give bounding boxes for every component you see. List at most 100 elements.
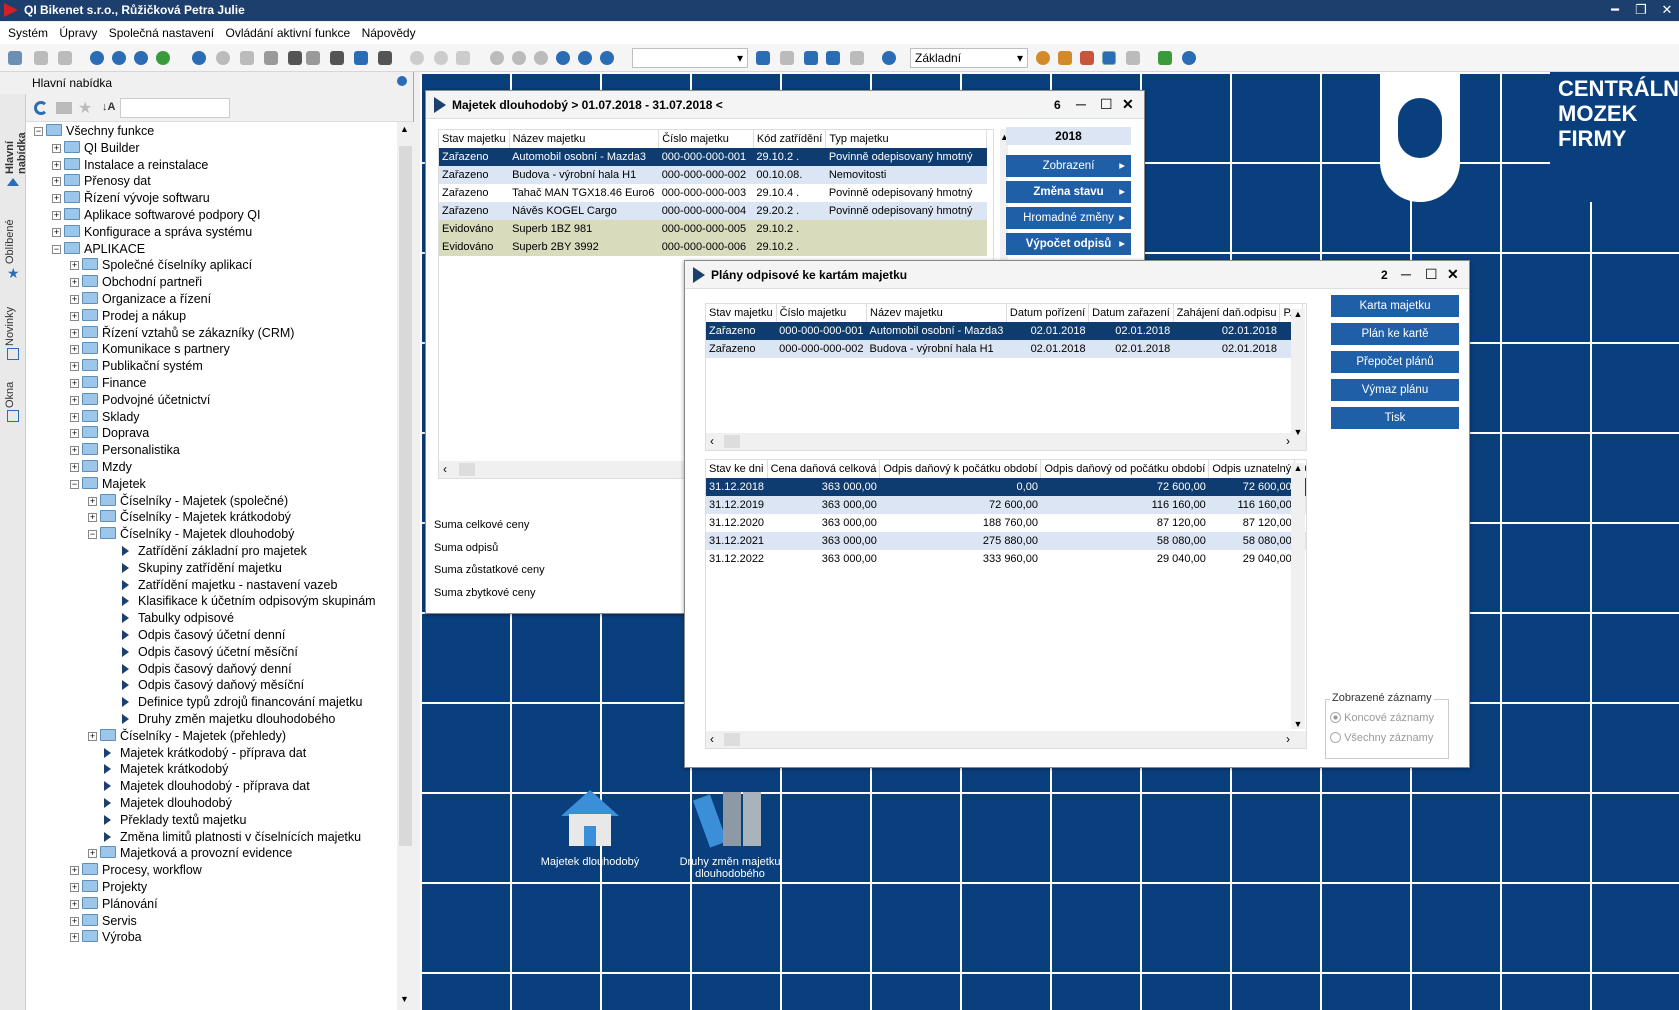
- menu-active-function[interactable]: Ovládání aktivní funkce: [225, 26, 350, 40]
- restore-button[interactable]: ❐: [1630, 2, 1652, 18]
- sort-az-icon[interactable]: ↓A: [102, 101, 115, 113]
- table-row[interactable]: Zařazeno 000-000-000-001 Automobil osobní …: [706, 322, 1303, 340]
- detail-hscroll[interactable]: ‹ ›: [706, 731, 1306, 748]
- camera-icon[interactable]: [378, 51, 392, 65]
- column-header[interactable]: Kód zatřídění: [753, 130, 827, 148]
- scroll-up-icon[interactable]: ▲: [1291, 309, 1305, 319]
- tab-news[interactable]: Novinky: [4, 300, 16, 346]
- help4-icon[interactable]: [156, 51, 170, 65]
- expand-icon[interactable]: +: [52, 211, 61, 220]
- collapse-icon[interactable]: −: [88, 530, 97, 540]
- expand-icon[interactable]: +: [88, 496, 97, 506]
- win-maximize-icon[interactable]: ☐: [1425, 266, 1438, 283]
- column-header[interactable]: Odpis daňový od počátku období: [1040, 460, 1210, 478]
- column-header[interactable]: Název majetku: [866, 304, 1007, 322]
- table-row[interactable]: 31.12.2018 363 000,00 0,00 72 600,00 72 600,…: [706, 478, 1306, 496]
- info-icon[interactable]: [1182, 51, 1196, 65]
- win-close-icon[interactable]: ✕: [1122, 96, 1134, 113]
- expand-icon[interactable]: +: [52, 160, 61, 170]
- expand-icon[interactable]: +: [70, 933, 79, 943]
- binoculars-icon[interactable]: [288, 51, 302, 65]
- table-row[interactable]: Evidováno Superb 2BY 3992 000-000-000-006 2…: [439, 238, 987, 256]
- table-row[interactable]: Zařazeno Budova - výrobní hala H1 000-000-…: [439, 166, 987, 184]
- next-page-icon[interactable]: [578, 51, 592, 65]
- expand-icon[interactable]: +: [88, 731, 97, 741]
- expand-icon[interactable]: +: [88, 513, 97, 523]
- expand-icon[interactable]: +: [70, 311, 79, 321]
- scroll-up-icon[interactable]: ▲: [1291, 463, 1305, 473]
- action-button[interactable]: Zobrazení ▸: [1006, 155, 1131, 177]
- form-icon[interactable]: [1126, 51, 1140, 65]
- column-header[interactable]: Datum zařazení: [1088, 304, 1174, 322]
- help-icon[interactable]: [90, 51, 104, 65]
- scroll-right-icon[interactable]: ›: [1286, 732, 1290, 746]
- tree-scrollbar[interactable]: ▲ ▼: [397, 122, 414, 1010]
- plans-hscroll[interactable]: ‹ ›: [706, 433, 1306, 450]
- column-header[interactable]: Číslo majetku: [776, 304, 868, 322]
- expand-icon[interactable]: +: [70, 362, 79, 372]
- refresh-tree-icon[interactable]: [34, 101, 48, 115]
- win-close-icon[interactable]: ✕: [1447, 266, 1459, 283]
- scroll-thumb[interactable]: [399, 146, 412, 846]
- export-icon[interactable]: [354, 51, 368, 65]
- sort-icon[interactable]: [804, 51, 818, 65]
- pin-icon[interactable]: [397, 76, 407, 86]
- plugin-icon[interactable]: [1158, 51, 1172, 65]
- column-header[interactable]: Cena daňová celková: [767, 460, 881, 478]
- plan-action-button[interactable]: Plán ke kartě: [1331, 323, 1459, 345]
- column-header[interactable]: Zahájení daň.odpisu: [1173, 304, 1281, 322]
- column-header[interactable]: Typ majetku: [825, 130, 987, 148]
- year-field[interactable]: 2018: [1006, 127, 1131, 145]
- scroll-up-icon[interactable]: ▲: [400, 124, 409, 134]
- win-minimize-icon[interactable]: ─: [1401, 266, 1411, 282]
- expand-icon[interactable]: +: [70, 328, 79, 338]
- table-row[interactable]: Zařazeno 000-000-000-002 Budova - výrobní …: [706, 340, 1303, 358]
- menu-shared-settings[interactable]: Společná nastavení: [109, 26, 214, 40]
- column-header[interactable]: Číslo majetku: [658, 130, 754, 148]
- expand-icon[interactable]: +: [70, 395, 79, 405]
- favorite-star-icon[interactable]: ★: [78, 98, 92, 118]
- radio-final-records[interactable]: Koncové záznamy: [1330, 712, 1434, 724]
- table-row[interactable]: Zařazeno Automobil osobní - Mazda3 000-000…: [439, 148, 987, 166]
- ok-icon[interactable]: [216, 51, 230, 65]
- expand-icon[interactable]: +: [70, 899, 79, 909]
- table-row[interactable]: 31.12.2019 363 000,00 72 600,00 116 160,00 1…: [706, 496, 1306, 514]
- scroll-left-icon[interactable]: ‹: [710, 732, 714, 746]
- expand-icon[interactable]: +: [70, 278, 79, 288]
- expand-icon[interactable]: +: [52, 227, 61, 237]
- plan-action-button[interactable]: Přepočet plánů: [1331, 351, 1459, 373]
- plan-action-button[interactable]: Tisk: [1331, 407, 1459, 429]
- scroll-down-icon[interactable]: ▼: [400, 994, 409, 1004]
- plan-action-button[interactable]: Karta majetku: [1331, 295, 1459, 317]
- expand-icon[interactable]: +: [70, 866, 79, 876]
- tab-favorites[interactable]: Oblíbené: [4, 214, 16, 264]
- folder-tree-icon[interactable]: [56, 102, 72, 114]
- prev-icon[interactable]: [534, 51, 548, 65]
- win-minimize-icon[interactable]: ─: [1076, 96, 1086, 112]
- column-header[interactable]: Odpis daňový k počátku období: [879, 460, 1042, 478]
- last-icon[interactable]: [600, 51, 614, 65]
- menu-help[interactable]: Nápovědy: [362, 26, 416, 40]
- tab-windows[interactable]: Okna: [4, 378, 16, 408]
- add-icon[interactable]: [410, 51, 424, 65]
- filter-doc-icon[interactable]: [306, 51, 320, 65]
- table-row[interactable]: Zařazeno Tahač MAN TGX18.46 Euro6 000-000-…: [439, 184, 987, 202]
- expand-icon[interactable]: +: [88, 849, 97, 859]
- remove-icon[interactable]: [434, 51, 448, 65]
- expand-icon[interactable]: +: [52, 177, 61, 187]
- expand-icon[interactable]: +: [70, 412, 79, 422]
- plans-vscroll[interactable]: ▲ ▼: [1291, 309, 1305, 437]
- view-select[interactable]: Základní ▾: [910, 48, 1028, 68]
- cut-icon[interactable]: [34, 51, 48, 65]
- expand-icon[interactable]: +: [70, 295, 79, 304]
- next-icon[interactable]: [556, 51, 570, 65]
- chart-icon[interactable]: [1080, 51, 1094, 65]
- scroll-down-icon[interactable]: ▼: [1291, 427, 1305, 437]
- eraser-icon[interactable]: [240, 51, 254, 65]
- scroll-left-icon[interactable]: ‹: [710, 434, 714, 448]
- save-icon[interactable]: [456, 51, 470, 65]
- expand-icon[interactable]: +: [70, 883, 79, 892]
- expand-icon[interactable]: +: [70, 446, 79, 456]
- expand-icon[interactable]: +: [52, 143, 61, 153]
- filter-list-icon[interactable]: [826, 51, 840, 65]
